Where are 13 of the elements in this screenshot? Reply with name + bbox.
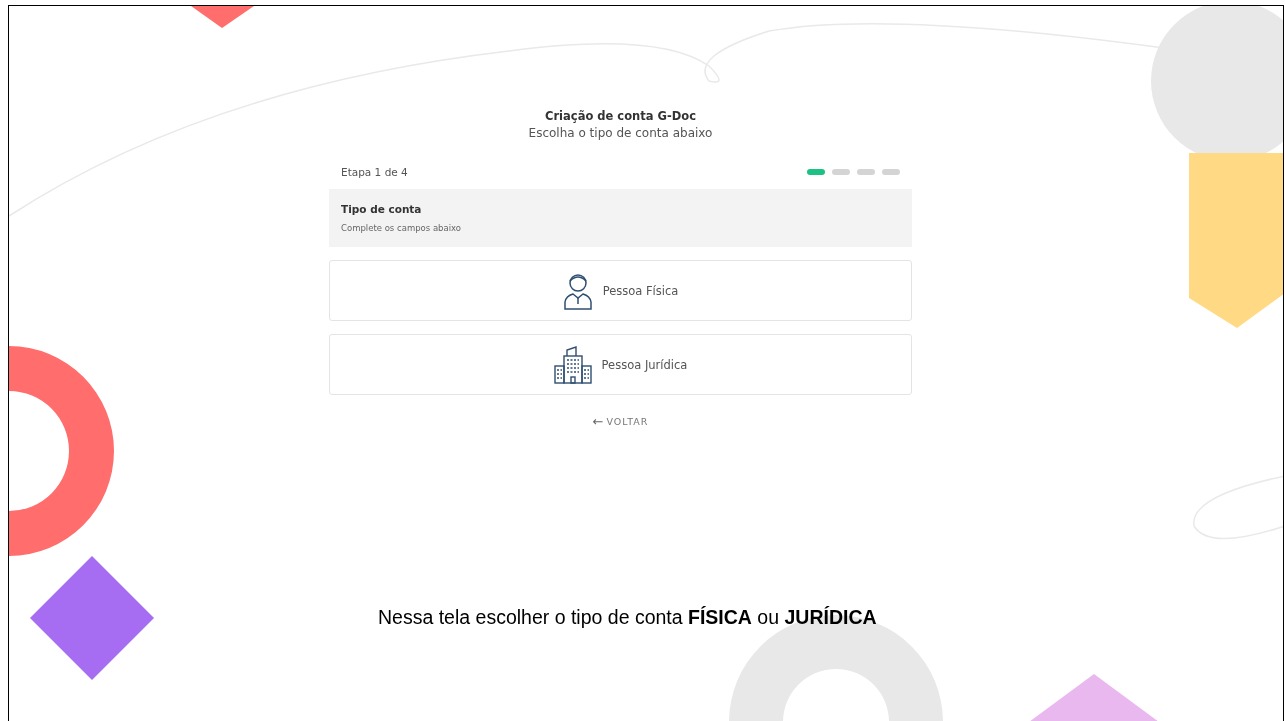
slide-caption: Nessa tela escolher o tipo de conta FÍSICA ou JURÍDICA bbox=[378, 606, 878, 629]
section-title: Tipo de conta bbox=[341, 203, 422, 215]
account-type-option[interactable]: Pessoa Física bbox=[329, 260, 912, 321]
back-link[interactable]: ← VOLTAR bbox=[592, 414, 649, 429]
account-type-option[interactable]: Pessoa Jurídica bbox=[329, 334, 912, 395]
section-hint: Complete os campos abaixo bbox=[341, 223, 462, 233]
triangle-shape bbox=[191, 6, 254, 28]
step-label: Etapa 1 de 4 bbox=[341, 166, 408, 178]
page-subtitle: Escolha o tipo de conta abaixo bbox=[528, 126, 713, 140]
page-title: Criação de conta G-Doc bbox=[545, 109, 696, 123]
person-icon bbox=[562, 271, 593, 310]
arrow-left-icon: ← bbox=[592, 414, 604, 429]
building-icon bbox=[553, 345, 592, 384]
